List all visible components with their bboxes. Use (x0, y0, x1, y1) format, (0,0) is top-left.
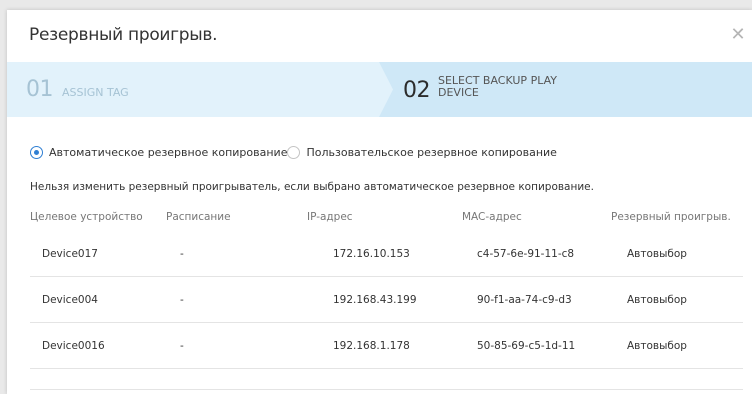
wizard-stepper: 01 ASSIGN TAG 02 SELECT BACKUP PLAY DEVI… (7, 62, 752, 117)
custom-backup-option[interactable]: Пользовательское резервное копирование (287, 146, 557, 159)
cell-schedule: - (166, 322, 307, 369)
auto-backup-option[interactable]: Автоматическое резервное копирование (30, 146, 287, 159)
column-header-mac-address[interactable]: MAC-адрес (462, 203, 611, 231)
table-header-row: Целевое устройство Расписание IP-адрес M… (30, 203, 743, 231)
step-2[interactable]: 02 SELECT BACKUP PLAY DEVICE (403, 74, 578, 104)
column-header-target-device[interactable]: Целевое устройство (30, 203, 166, 231)
step-1-number: 01 (26, 77, 54, 102)
cell-ip-address: 192.168.1.178 (307, 322, 462, 369)
column-header-ip-address[interactable]: IP-адрес (307, 203, 462, 231)
cell-schedule: - (166, 276, 307, 323)
cell-mac-address: 50-85-69-c5-1d-11 (462, 322, 611, 369)
close-icon[interactable]: ✕ (729, 26, 747, 44)
cell-mac-address: 90-f1-aa-74-c9-d3 (462, 276, 611, 323)
backup-note: Нельзя изменить резервный проигрыватель,… (30, 181, 594, 193)
cell-backup-player[interactable]: Автовыбор (611, 322, 743, 369)
table-row[interactable]: Device017 - 172.16.10.153 c4-57-6e-91-11… (30, 231, 743, 277)
device-table: Целевое устройство Расписание IP-адрес M… (30, 203, 743, 390)
cell-device-name: Device0016 (30, 322, 166, 369)
cell-ip-address: 192.168.43.199 (307, 276, 462, 323)
cell-device-name: Device017 (30, 231, 166, 277)
dialog-title: Резервный проигрыв. (29, 25, 218, 45)
cell-ip-address: 172.16.10.153 (307, 231, 462, 277)
step-1[interactable]: 01 ASSIGN TAG (26, 77, 129, 102)
empty-cell (30, 368, 743, 390)
custom-backup-radio[interactable] (287, 146, 301, 159)
step-2-number: 02 (403, 78, 431, 103)
table-row-empty (30, 368, 743, 390)
custom-backup-label: Пользовательское резервное копирование (306, 146, 557, 159)
cell-device-name: Device004 (30, 276, 166, 323)
auto-backup-label: Автоматическое резервное копирование (49, 146, 288, 159)
cell-backup-player[interactable]: Автовыбор (611, 276, 743, 323)
cell-mac-address: c4-57-6e-91-11-c8 (462, 231, 611, 277)
step-1-label: ASSIGN TAG (62, 86, 129, 99)
column-header-backup-player[interactable]: Резервный проигрыв. (611, 203, 743, 231)
table-row[interactable]: Device0016 - 192.168.1.178 50-85-69-c5-1… (30, 322, 743, 369)
column-header-schedule[interactable]: Расписание (166, 203, 307, 231)
cell-backup-player[interactable]: Автовыбор (611, 231, 743, 277)
cell-schedule: - (166, 231, 307, 277)
backup-mode-radio-group: Автоматическое резервное копирование Пол… (30, 146, 557, 159)
backup-player-dialog: Резервный проигрыв. ✕ 01 ASSIGN TAG 02 S… (7, 10, 752, 394)
auto-backup-radio[interactable] (30, 146, 43, 159)
table-row[interactable]: Device004 - 192.168.43.199 90-f1-aa-74-c… (30, 276, 743, 323)
step-2-label: SELECT BACKUP PLAY DEVICE (438, 74, 557, 99)
